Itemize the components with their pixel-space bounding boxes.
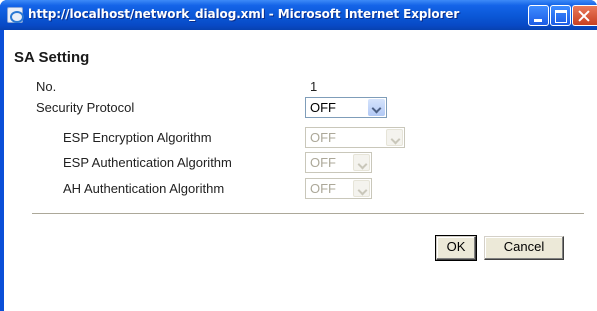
- maximize-icon[interactable]: [550, 5, 571, 26]
- ah-authentication-value: OFF: [310, 181, 336, 196]
- esp-encryption-select[interactable]: OFF: [305, 127, 405, 148]
- dialog-heading: SA Setting: [14, 49, 90, 66]
- window-title: http://localhost/network_dialog.xml - Mi…: [28, 7, 460, 21]
- esp-authentication-select[interactable]: OFF: [305, 152, 372, 173]
- minimize-icon[interactable]: [528, 5, 549, 26]
- no-label: No.: [36, 79, 57, 94]
- cancel-button[interactable]: Cancel: [484, 236, 564, 260]
- dialog-content: SA Setting No. 1 Security Protocol OFF E…: [4, 30, 597, 311]
- ok-button[interactable]: OK: [435, 235, 477, 261]
- ie-page-icon: [7, 7, 24, 23]
- security-protocol-select[interactable]: OFF: [305, 97, 387, 118]
- security-protocol-label: Security Protocol: [36, 100, 135, 115]
- security-protocol-value: OFF: [310, 100, 336, 115]
- ah-authentication-select[interactable]: OFF: [305, 178, 372, 199]
- close-icon[interactable]: [572, 5, 597, 26]
- esp-encryption-value: OFF: [310, 130, 336, 145]
- chevron-down-icon: [353, 180, 370, 197]
- esp-authentication-value: OFF: [310, 155, 336, 170]
- title-bar[interactable]: http://localhost/network_dialog.xml - Mi…: [0, 0, 597, 30]
- divider: [32, 213, 584, 215]
- chevron-down-icon: [353, 154, 370, 171]
- browser-window: http://localhost/network_dialog.xml - Mi…: [0, 0, 597, 311]
- ah-authentication-label: AH Authentication Algorithm: [63, 181, 225, 196]
- chevron-down-icon: [386, 129, 403, 146]
- esp-authentication-label: ESP Authentication Algorithm: [63, 155, 232, 170]
- chevron-down-icon[interactable]: [368, 99, 385, 116]
- esp-encryption-label: ESP Encryption Algorithm: [63, 130, 212, 145]
- no-value: 1: [310, 79, 318, 94]
